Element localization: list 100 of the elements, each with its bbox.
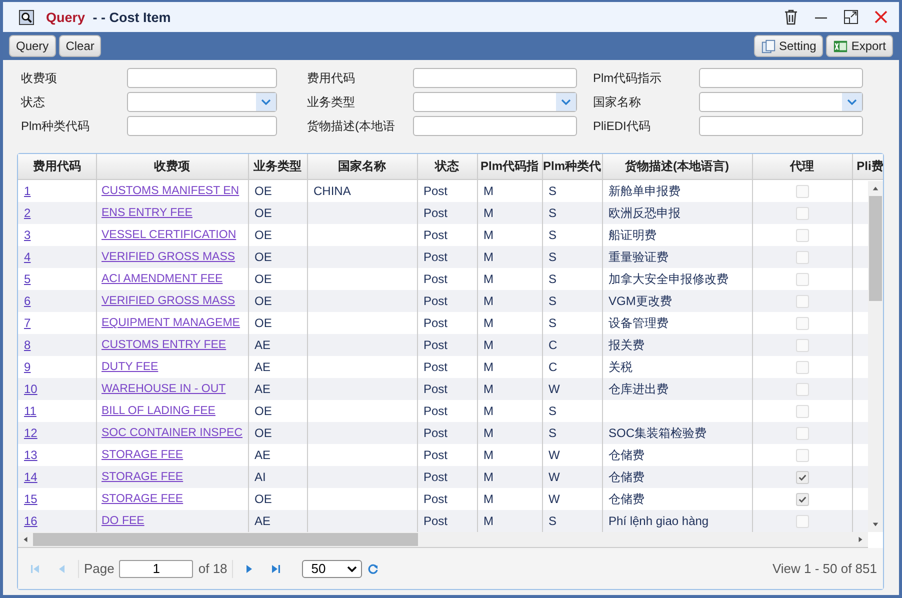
column-header[interactable]: 收费项 [96, 154, 248, 180]
input-field[interactable] [413, 116, 577, 136]
dropdown-field[interactable] [699, 92, 863, 112]
window-title: - - Cost Item [92, 10, 171, 24]
table-link[interactable]: 14 [24, 470, 38, 484]
table-link[interactable]: 16 [24, 514, 38, 528]
table-link[interactable]: 4 [24, 250, 31, 264]
search-icon [19, 10, 34, 24]
toolbar-button[interactable]: Clear [58, 35, 102, 57]
table-link[interactable]: ACI AMENDMENT FEE [102, 273, 223, 285]
close-icon[interactable] [873, 9, 889, 25]
checkbox[interactable] [796, 361, 808, 374]
checkbox[interactable] [796, 295, 808, 308]
table-link[interactable]: STORAGE FEE [102, 493, 184, 505]
table-link[interactable]: CUSTOMS MANIFEST EN [102, 185, 240, 197]
table-link[interactable]: DUTY FEE [102, 361, 158, 373]
toolbar-button[interactable]: Query [9, 35, 56, 57]
table-link[interactable]: 15 [24, 492, 38, 506]
checkbox[interactable] [796, 427, 808, 440]
input-field[interactable] [127, 68, 277, 88]
checkbox[interactable] [796, 273, 808, 286]
table-cell: Post [424, 250, 448, 264]
table-link[interactable]: 13 [24, 448, 38, 462]
table-cell: 关税 [608, 360, 632, 374]
table-link[interactable]: 8 [24, 338, 31, 352]
checkbox[interactable] [796, 339, 808, 352]
table-link[interactable]: BILL OF LADING FEE [102, 405, 216, 417]
column-header[interactable]: Plm种类代 [542, 154, 602, 180]
table-cell: M [484, 382, 494, 396]
scroll-up-icon[interactable] [872, 185, 879, 192]
table-link[interactable]: 6 [24, 294, 31, 308]
table-cell: Post [424, 184, 448, 198]
page-count: of 18 [198, 561, 228, 576]
input-field[interactable] [413, 68, 577, 88]
input-field[interactable] [699, 116, 863, 136]
table-link[interactable]: DO FEE [102, 515, 144, 527]
checkbox[interactable] [796, 471, 808, 484]
table-link[interactable]: EQUIPMENT MANAGEME [102, 317, 240, 329]
column-header[interactable]: 代理 [752, 154, 852, 180]
checkbox[interactable] [796, 317, 808, 330]
checkbox[interactable] [796, 449, 808, 462]
table-cell: Post [424, 382, 448, 396]
table-link[interactable]: 12 [24, 426, 38, 440]
table-cell: AE [254, 382, 271, 396]
refresh-icon[interactable] [367, 562, 380, 574]
table-cell: C [548, 360, 558, 374]
table-link[interactable]: 2 [24, 206, 31, 220]
table-cell: Post [424, 338, 448, 352]
checkbox[interactable] [796, 515, 808, 528]
table-cell: Post [424, 360, 448, 374]
last-page-icon[interactable] [270, 562, 282, 574]
table-cell: 欧洲反恐申报 [608, 206, 680, 220]
scroll-down-icon[interactable] [872, 521, 879, 528]
checkbox[interactable] [796, 493, 808, 506]
table-link[interactable]: 1 [24, 184, 31, 198]
checkbox[interactable] [796, 405, 808, 418]
maximize-icon[interactable] [843, 9, 859, 25]
table-cell: OE [254, 206, 272, 220]
field-label: 业务类型 [307, 94, 356, 110]
table-link[interactable]: 7 [24, 316, 31, 330]
input-field[interactable] [127, 116, 277, 136]
checkbox[interactable] [796, 207, 808, 220]
vertical-scrollbar[interactable] [868, 181, 883, 532]
table-cell: S [548, 272, 557, 286]
page-size-select[interactable]: 50 [302, 560, 362, 578]
table-cell: S [548, 294, 557, 308]
column-header[interactable]: 状态 [417, 154, 477, 180]
table-cell: Post [424, 514, 448, 528]
checkbox[interactable] [796, 185, 808, 198]
table-link[interactable]: 9 [24, 360, 31, 374]
table-link[interactable]: 5 [24, 272, 31, 286]
column-header[interactable]: Pli费 [852, 154, 883, 180]
table-cell: OE [254, 316, 272, 330]
horizontal-scrollbar[interactable] [18, 532, 868, 548]
table-link[interactable]: STORAGE FEE [102, 449, 184, 461]
scroll-left-icon[interactable] [22, 536, 29, 543]
scroll-right-icon[interactable] [857, 536, 864, 543]
setting-button[interactable]: Setting [754, 35, 824, 57]
export-button[interactable]: Export [826, 35, 893, 57]
column-header[interactable]: Plm代码指 [477, 154, 542, 180]
table-link[interactable]: 11 [24, 404, 36, 418]
table-cell: S [548, 426, 557, 440]
input-field[interactable] [699, 68, 863, 88]
trash-icon[interactable] [783, 9, 799, 25]
dropdown-field[interactable] [413, 92, 577, 112]
dropdown-field[interactable] [127, 92, 277, 112]
checkbox[interactable] [796, 383, 808, 396]
column-header[interactable]: 货物描述(本地语言) [602, 154, 752, 180]
table-link[interactable]: 10 [24, 382, 38, 396]
column-header[interactable]: 费用代码 [18, 154, 96, 180]
checkbox[interactable] [796, 229, 808, 242]
column-header[interactable]: 业务类型 [248, 154, 307, 180]
table-cell: M [484, 492, 494, 506]
table-link[interactable]: 3 [24, 228, 31, 242]
page-input[interactable]: 1 [119, 560, 194, 578]
table-cell: OE [254, 272, 272, 286]
column-header[interactable]: 国家名称 [307, 154, 417, 180]
checkbox[interactable] [796, 251, 808, 264]
table-link[interactable]: VESSEL CERTIFICATION [102, 229, 236, 241]
table-cell: Post [424, 404, 448, 418]
